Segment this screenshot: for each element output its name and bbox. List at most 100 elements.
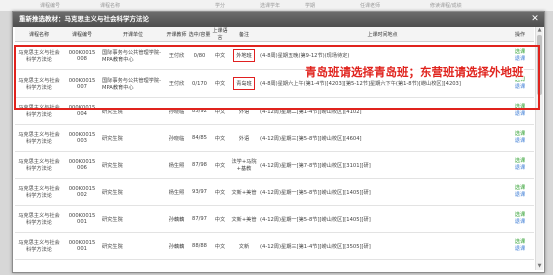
cell-cap: 85/92 xyxy=(188,97,211,125)
background-header-label: 学期 xyxy=(305,3,316,9)
cell-name: 马克思主义与社会科学方法论 xyxy=(15,124,63,152)
background-header-label: 课程编号 xyxy=(40,3,61,9)
drop-course-link[interactable]: 退课 xyxy=(507,219,533,226)
cell-note: 文新+美管 xyxy=(229,205,259,233)
cell-time: (4-12周)星期三[第5-8节][崂山校区][4604] xyxy=(259,124,506,152)
course-selection-dialog: 重新推选教材：马克思主义与社会科学方法论 ✕ 课程名称 课程编号 开课单位 开课教师选… xyxy=(12,11,545,273)
cell-cap: 87/97 xyxy=(188,205,211,233)
cell-dept: 国际事务与公共管理学院-MPA教育中心 xyxy=(101,69,165,98)
background-header-label: 选课学年 xyxy=(260,3,281,9)
note-cell: 外地班 xyxy=(229,41,259,70)
scroll-up-icon[interactable]: ▲ xyxy=(536,27,543,34)
cell-lang: 中文 xyxy=(211,232,229,260)
cell-name: 马克思主义与社会科学方法论 xyxy=(15,205,63,233)
drop-course-link[interactable]: 退课 xyxy=(507,246,533,253)
note-highlight-box: 外地班 xyxy=(233,49,255,62)
cell-time: (4-12周)星期一[第5-8节][崂山校区][1405][研] xyxy=(259,178,506,206)
background-page-header: 课程编号 课程名称 学分 选课学年 学期 任课老师 修读课程/成绩 xyxy=(0,0,553,11)
cell-code: 000K0015 001 xyxy=(63,232,101,260)
cell-cap: 84/85 xyxy=(188,124,211,152)
cell-dept: 研究生院 xyxy=(101,178,165,206)
cell-actions: 选课退课 xyxy=(506,205,534,233)
cell-note: 文新+美管 xyxy=(229,178,259,206)
cell-dept: 研究生院 xyxy=(101,205,165,233)
drop-course-link[interactable]: 退课 xyxy=(507,138,533,145)
cell-time: (4-12周)星期二[第1-4节][崂山校区][4102] xyxy=(259,97,506,125)
table-row: 马克思主义与社会科学方法论 000K0015 003 研究生院 孙晓临 84/85 中文外… xyxy=(15,124,534,152)
course-table: 课程名称 课程编号 开课单位 开课教师 选中/容量 上课语言 备注 上课时间地点 操作 马克思主… xyxy=(15,27,534,260)
cell-cap: 0/170 xyxy=(188,69,211,98)
note-cell: 青岛班 xyxy=(229,69,259,98)
cell-teacher: 孙藕藕 xyxy=(165,205,188,233)
scroll-thumb[interactable] xyxy=(537,35,542,95)
cell-actions: 选课退课 xyxy=(506,97,534,125)
cell-code: 000K0015 002 xyxy=(63,178,101,206)
column-header: 选中/容量 xyxy=(188,27,211,42)
column-header: 开课单位 xyxy=(101,27,165,42)
select-course-link[interactable]: 选课 xyxy=(507,49,533,56)
select-course-link[interactable]: 选课 xyxy=(507,212,533,219)
cell-time: (4-12周)星期三[第1-4节][崂山校区][3505][研] xyxy=(259,232,506,260)
cell-dept: 国际事务与公共管理学院-MPA教育中心 xyxy=(101,41,165,70)
close-icon[interactable]: ✕ xyxy=(530,14,540,24)
cell-cap: 93/97 xyxy=(188,178,211,206)
table-header-row: 课程名称 课程编号 开课单位 开课教师 选中/容量 上课语言 备注 上课时间地点 操作 xyxy=(15,27,534,42)
cell-name: 马克思主义与社会科学方法论 xyxy=(15,178,63,206)
cell-teacher: 孙藕藕 xyxy=(165,232,188,260)
dialog-title: 重新推选教材：马克思主义与社会科学方法论 xyxy=(13,12,544,27)
drop-course-link[interactable]: 退课 xyxy=(507,165,533,172)
cell-name: 马克思主义与社会科学方法论 xyxy=(15,232,63,260)
cell-cap: 87/98 xyxy=(188,151,211,179)
scroll-down-icon[interactable]: ▼ xyxy=(536,263,543,270)
cell-lang: 中文 xyxy=(211,151,229,179)
note-highlight-box: 青岛班 xyxy=(233,77,255,90)
drop-course-link[interactable]: 退课 xyxy=(507,84,533,91)
table-row: 马克思主义与社会科学方法论 000K0015 001 研究生院 孙藕藕 88/88 中文文… xyxy=(15,232,534,260)
cell-lang: 中文 xyxy=(211,69,229,98)
cell-dept: 研究生院 xyxy=(101,232,165,260)
select-course-link[interactable]: 选课 xyxy=(507,185,533,192)
column-header: 课程名称 xyxy=(15,27,63,42)
cell-note: 外语 xyxy=(229,124,259,152)
table-row: 马克思主义与社会科学方法论 000K0015 002 研究生院 杨生照 93/97 中文文… xyxy=(15,178,534,206)
cell-code: 000K0015 007 xyxy=(63,69,101,98)
cell-teacher: 孙晓临 xyxy=(165,124,188,152)
cell-lang: 中文 xyxy=(211,124,229,152)
select-course-link[interactable]: 选课 xyxy=(507,131,533,138)
background-header-label: 修读课程/成绩 xyxy=(430,3,462,9)
select-course-link[interactable]: 选课 xyxy=(507,158,533,165)
cell-teacher: 孙晓临 xyxy=(165,97,188,125)
cell-actions: 选课退课 xyxy=(506,178,534,206)
column-header: 备注 xyxy=(229,27,259,42)
drop-course-link[interactable]: 退课 xyxy=(507,192,533,199)
drop-course-link[interactable]: 退课 xyxy=(507,56,533,63)
cell-code: 000K0015 004 xyxy=(63,97,101,125)
select-course-link[interactable]: 选课 xyxy=(507,239,533,246)
select-course-link[interactable]: 选课 xyxy=(507,104,533,111)
cell-lang: 中文 xyxy=(211,97,229,125)
cell-cap: 0/80 xyxy=(188,41,211,70)
cell-name: 马克思主义与社会科学方法论 xyxy=(15,151,63,179)
cell-code: 000K0015 006 xyxy=(63,151,101,179)
background-header-label: 学分 xyxy=(215,3,226,9)
instruction-annotation: 青岛班请选择青岛班；东营班请选择外地班 xyxy=(305,64,524,80)
column-header: 操作 xyxy=(506,27,534,42)
column-header: 上课时间地点 xyxy=(259,27,506,42)
cell-cap: 88/88 xyxy=(188,232,211,260)
cell-note: 文新 xyxy=(229,232,259,260)
cell-actions: 选课退课 xyxy=(506,151,534,179)
cell-lang: 中文 xyxy=(211,41,229,70)
cell-note: 法学+马院+基教 xyxy=(229,151,259,179)
cell-code: 000K0015 003 xyxy=(63,124,101,152)
drop-course-link[interactable]: 退课 xyxy=(507,111,533,118)
cell-name: 马克思主义与社会科学方法论 xyxy=(15,41,63,70)
vertical-scrollbar[interactable]: ▲ ▼ xyxy=(535,27,543,270)
column-header: 课程编号 xyxy=(63,27,101,42)
cell-teacher: 杨生照 xyxy=(165,151,188,179)
cell-lang: 中文 xyxy=(211,205,229,233)
cell-actions: 选课退课 xyxy=(506,232,534,260)
cell-note: 外语 xyxy=(229,97,259,125)
table-row: 马克思主义与社会科学方法论 000K0015 004 研究生院 孙晓临 85/92 中文外… xyxy=(15,97,534,125)
cell-teacher: 杨生照 xyxy=(165,178,188,206)
cell-time: (4-12周)星期一[第7-8节][崂山校区][3101][研] xyxy=(259,151,506,179)
